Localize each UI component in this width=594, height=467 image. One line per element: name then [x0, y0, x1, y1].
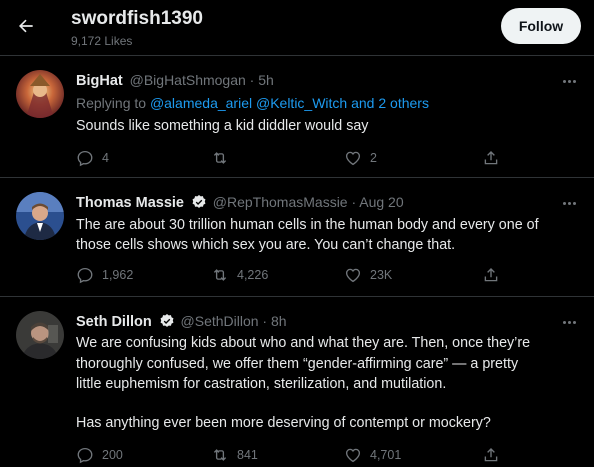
retweet-button[interactable]: 841: [211, 445, 258, 465]
avatar[interactable]: [16, 311, 64, 359]
follow-button[interactable]: Follow: [501, 8, 581, 44]
likes-count: 9,172 Likes: [71, 34, 133, 48]
retweet-icon: [213, 449, 227, 461]
heart-icon: [345, 448, 361, 463]
reply-icon: [77, 447, 93, 464]
back-button[interactable]: [14, 14, 38, 38]
tweet-text: those cells shows which sex you are. You…: [76, 237, 456, 253]
share-button[interactable]: [482, 445, 500, 465]
like-count: 2: [370, 151, 377, 165]
tweet-header: Thomas Massie @RepThomasMassie · Aug 20: [76, 194, 404, 211]
author-name[interactable]: Seth Dillon: [76, 314, 152, 330]
tweet-text: Sounds like something a kid diddler woul…: [76, 118, 369, 134]
tweet-header: Seth Dillon @SethDillon · 8h: [76, 313, 287, 330]
like-button[interactable]: 4,701: [344, 445, 401, 465]
more-dots-icon[interactable]: [563, 318, 581, 326]
retweet-icon: [213, 269, 227, 281]
more-dots-icon[interactable]: [563, 199, 581, 207]
retweet-button[interactable]: 4,226: [211, 265, 268, 285]
reply-button[interactable]: 1,962: [76, 265, 133, 285]
tweet-text: We are confusing kids about who and what…: [76, 335, 531, 351]
tweet[interactable]: BigHat @BigHatShmogan · 5h Replying to @…: [0, 57, 594, 178]
others-link[interactable]: and 2 others: [351, 95, 429, 111]
mention-link[interactable]: @alameda_ariel: [150, 95, 252, 111]
like-button[interactable]: 23K: [344, 265, 392, 285]
share-icon: [484, 268, 498, 282]
reply-button[interactable]: 4: [76, 148, 109, 168]
tweet-actions: 4 2: [76, 148, 516, 168]
heart-icon: [345, 268, 361, 283]
share-icon: [484, 151, 498, 165]
avatar[interactable]: [16, 192, 64, 240]
reply-icon: [77, 150, 93, 167]
tweet-actions: 1,962 4,226 23K: [76, 265, 516, 285]
tweet-text: Has anything ever been more deserving of…: [76, 415, 491, 431]
tweet-text: little euphemism for castration, sterili…: [76, 376, 447, 392]
tweet[interactable]: Thomas Massie @RepThomasMassie · Aug 20 …: [0, 179, 594, 297]
share-button[interactable]: [482, 265, 500, 285]
retweet-icon: [213, 152, 227, 164]
profile-header: swordfish1390 9,172 Likes Follow: [0, 0, 594, 56]
author-handle[interactable]: @RepThomasMassie · Aug 20: [213, 194, 404, 210]
heart-icon: [345, 151, 361, 166]
reply-count: 4: [102, 151, 109, 165]
reply-count: 200: [102, 448, 123, 462]
mention-link[interactable]: @Keltic_Witch: [256, 95, 347, 111]
retweet-button[interactable]: [211, 148, 237, 168]
avatar[interactable]: [16, 70, 64, 118]
more-dots-icon[interactable]: [563, 77, 581, 85]
tweet-actions: 200 841 4,701: [76, 445, 516, 465]
author-name[interactable]: BigHat: [76, 73, 123, 89]
author-handle[interactable]: @SethDillon · 8h: [181, 313, 287, 329]
tweet-text: thoroughly confused, we offer them “gend…: [76, 356, 519, 372]
author-handle[interactable]: @BigHatShmogan · 5h: [130, 72, 274, 88]
retweet-count: 4,226: [237, 268, 269, 282]
retweet-count: 841: [237, 448, 258, 462]
arrow-left-icon: [19, 19, 33, 33]
author-name[interactable]: Thomas Massie: [76, 195, 184, 211]
reply-button[interactable]: 200: [76, 445, 123, 465]
share-button[interactable]: [482, 148, 500, 168]
tweet[interactable]: Seth Dillon @SethDillon · 8h We are conf…: [0, 298, 594, 467]
like-count: 4,701: [370, 448, 402, 462]
like-button[interactable]: 2: [344, 148, 377, 168]
tweet-text: The are about 30 trillion human cells in…: [76, 217, 539, 233]
replying-to: Replying to @alameda_ariel @Keltic_Witch…: [76, 95, 429, 111]
share-icon: [484, 448, 498, 462]
verified-badge-icon: [192, 195, 206, 208]
like-count: 23K: [370, 268, 393, 282]
reply-icon: [77, 267, 93, 284]
verified-badge-icon: [160, 314, 174, 327]
profile-name: swordfish1390: [71, 8, 203, 29]
reply-count: 1,962: [102, 268, 134, 282]
tweet-header: BigHat @BigHatShmogan · 5h: [76, 72, 274, 89]
